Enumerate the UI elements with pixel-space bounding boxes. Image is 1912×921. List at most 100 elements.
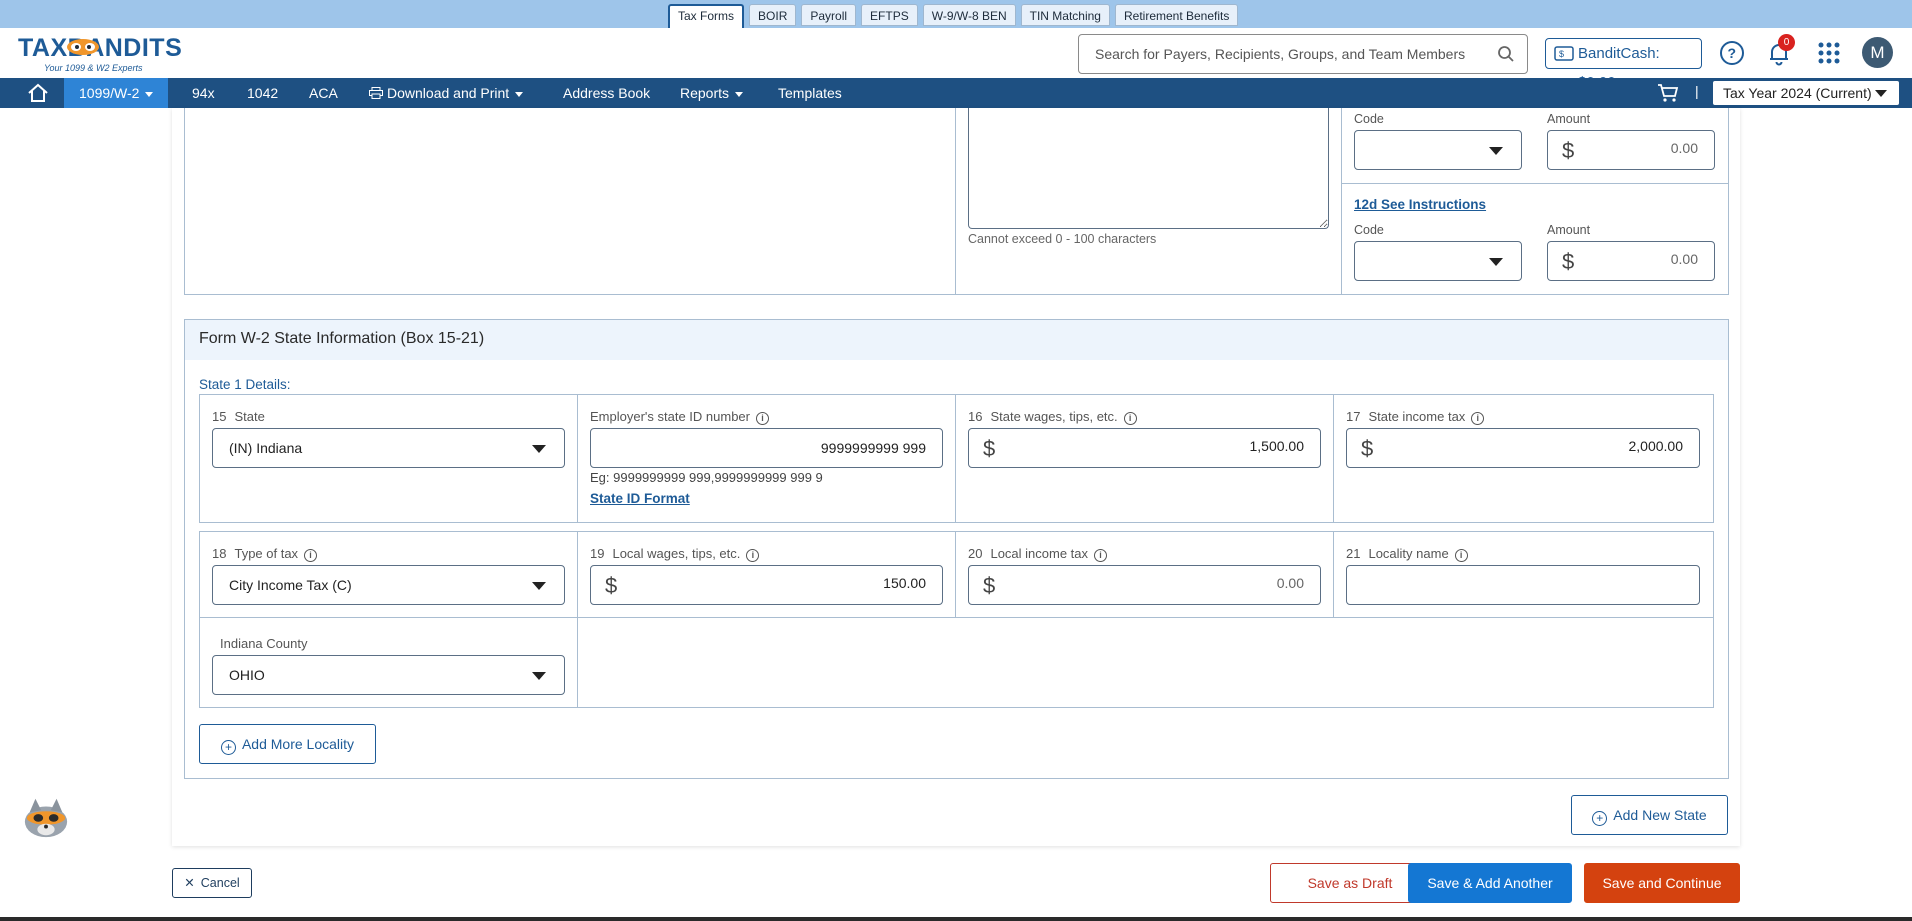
type-of-tax-select[interactable]: City Income Tax (C) xyxy=(212,565,565,605)
chevron-down-icon xyxy=(1489,147,1503,155)
employer-state-id-field[interactable] xyxy=(590,428,943,468)
plus-circle-icon: + xyxy=(1592,811,1608,826)
info-icon[interactable]: i xyxy=(746,549,760,562)
bandit-cash-button[interactable]: $ BanditCash: $0.00 xyxy=(1545,38,1702,91)
employer-state-id-example: Eg: 9999999999 999,9999999999 999 9 xyxy=(590,470,823,485)
search-icon[interactable] xyxy=(1497,45,1515,63)
taxbandits-logo[interactable]: TAXBANDITS Your 1099 & W2 Experts xyxy=(18,32,203,74)
nav-aca[interactable]: ACA xyxy=(309,78,338,108)
info-icon[interactable]: i xyxy=(1123,412,1137,425)
bandit-mascot-icon[interactable] xyxy=(20,793,72,841)
box18-label: 18 Type of tax i xyxy=(212,546,318,562)
svg-text:$: $ xyxy=(1559,49,1564,59)
tab-w9-w8ben[interactable]: W-9/W-8 BEN xyxy=(922,4,1016,26)
box15-label-text: State xyxy=(234,409,265,424)
box20-label: 20 Local income tax i xyxy=(968,546,1108,562)
info-icon[interactable]: i xyxy=(1471,412,1485,425)
local-wages-input[interactable] xyxy=(726,575,926,591)
info-icon[interactable]: i xyxy=(304,549,318,562)
add-more-locality-button[interactable]: + Add More Locality xyxy=(199,724,376,764)
panel-divider xyxy=(955,108,956,294)
nav-address-book[interactable]: Address Book xyxy=(563,78,650,108)
add-new-state-label: Add New State xyxy=(1613,807,1707,823)
wallet-icon: $ xyxy=(1554,46,1574,61)
tab-tax-forms[interactable]: Tax Forms xyxy=(668,4,745,28)
user-avatar[interactable]: M xyxy=(1862,37,1893,68)
save-draft-button[interactable]: Save as Draft xyxy=(1270,863,1430,903)
nav-reports[interactable]: Reports xyxy=(680,78,744,108)
county-label: Indiana County xyxy=(220,636,308,651)
plus-circle-icon: + xyxy=(220,740,236,755)
county-select-value: OHIO xyxy=(229,667,265,683)
nav-templates[interactable]: Templates xyxy=(778,78,842,108)
type-of-tax-value: City Income Tax (C) xyxy=(229,577,352,593)
box12d-amount-input[interactable] xyxy=(1588,251,1698,267)
add-new-state-button[interactable]: + Add New State xyxy=(1571,795,1728,835)
state-id-format-link[interactable]: State ID Format xyxy=(590,491,690,506)
tax-year-value: Tax Year 2024 (Current) xyxy=(1723,85,1872,101)
chevron-down-icon xyxy=(735,91,744,97)
nav-reports-label: Reports xyxy=(680,85,730,101)
info-icon[interactable]: i xyxy=(756,412,769,425)
locality-name-field[interactable] xyxy=(1346,565,1700,605)
grid-row-divider xyxy=(199,617,1714,618)
app-header: TAXBANDITS Your 1099 & W2 Experts $ Band… xyxy=(0,28,1912,91)
home-icon[interactable] xyxy=(27,83,49,103)
state-income-tax-input[interactable] xyxy=(1483,438,1683,454)
local-wages-field[interactable]: $ xyxy=(590,565,943,605)
nav-download-print[interactable]: Download and Print xyxy=(369,78,524,108)
grid-divider xyxy=(955,394,956,523)
state-income-tax-field[interactable]: $ xyxy=(1346,428,1700,468)
box12c-amount-field[interactable]: $ xyxy=(1547,130,1715,170)
box12c-amount-input[interactable] xyxy=(1588,140,1698,156)
chevron-down-icon xyxy=(532,582,546,590)
tab-tin-matching[interactable]: TIN Matching xyxy=(1020,4,1110,26)
chevron-down-icon xyxy=(532,672,546,680)
save-continue-button[interactable]: Save and Continue xyxy=(1584,863,1740,903)
info-icon[interactable]: i xyxy=(1094,549,1108,562)
box21-number: 21 xyxy=(1346,546,1361,561)
apps-grid-icon[interactable] xyxy=(1818,42,1840,64)
info-icon[interactable]: i xyxy=(1454,549,1468,562)
box12c-code-select[interactable] xyxy=(1354,130,1522,170)
box12d-amount-field[interactable]: $ xyxy=(1547,241,1715,281)
chevron-down-icon xyxy=(1875,90,1887,97)
chevron-down-icon xyxy=(532,445,546,453)
tab-eftps[interactable]: EFTPS xyxy=(861,4,918,26)
local-income-tax-field[interactable]: $ xyxy=(968,565,1321,605)
box16-number: 16 xyxy=(968,409,983,424)
county-select[interactable]: OHIO xyxy=(212,655,565,695)
tab-retirement-benefits[interactable]: Retirement Benefits xyxy=(1114,4,1239,26)
nav-94x[interactable]: 94x xyxy=(192,78,215,108)
other-box-14-textarea[interactable] xyxy=(968,108,1329,229)
state-wages-input[interactable] xyxy=(1104,438,1304,454)
box12d-instructions-link[interactable]: 12d See Instructions xyxy=(1354,197,1486,212)
grid-divider xyxy=(577,394,578,523)
employer-state-id-input[interactable] xyxy=(591,429,942,467)
global-search[interactable] xyxy=(1078,34,1528,74)
tab-payroll[interactable]: Payroll xyxy=(801,4,857,26)
cart-icon[interactable] xyxy=(1657,83,1679,103)
local-income-tax-input[interactable] xyxy=(1104,575,1304,591)
owl-mask-icon xyxy=(67,39,99,55)
product-tabs: Tax Forms BOIR Payroll EFTPS W-9/W-8 BEN… xyxy=(668,4,1239,28)
save-add-another-button[interactable]: Save & Add Another xyxy=(1408,863,1572,903)
box12d-amount-label: Amount xyxy=(1547,223,1591,237)
tab-boir[interactable]: BOIR xyxy=(749,4,797,26)
help-icon[interactable]: ? xyxy=(1719,40,1745,66)
grid-divider xyxy=(955,531,956,618)
nav-1042[interactable]: 1042 xyxy=(247,78,278,108)
nav-separator: | xyxy=(1695,83,1699,99)
nav-1099-w2[interactable]: 1099/W-2 xyxy=(64,78,169,108)
cancel-button[interactable]: ✕ Cancel xyxy=(172,868,252,898)
state-section-title: Form W-2 State Information (Box 15-21) xyxy=(199,330,485,347)
state-wages-field[interactable]: $ xyxy=(968,428,1321,468)
locality-name-input[interactable] xyxy=(1347,566,1699,604)
tax-year-select[interactable]: Tax Year 2024 (Current) xyxy=(1713,81,1899,105)
search-input[interactable] xyxy=(1095,36,1495,72)
box12d-code-select[interactable] xyxy=(1354,241,1522,281)
svg-text:?: ? xyxy=(1728,45,1737,61)
printer-icon xyxy=(369,87,383,99)
state-select[interactable]: (IN) Indiana xyxy=(212,428,565,468)
dollar-icon: $ xyxy=(1361,436,1374,461)
